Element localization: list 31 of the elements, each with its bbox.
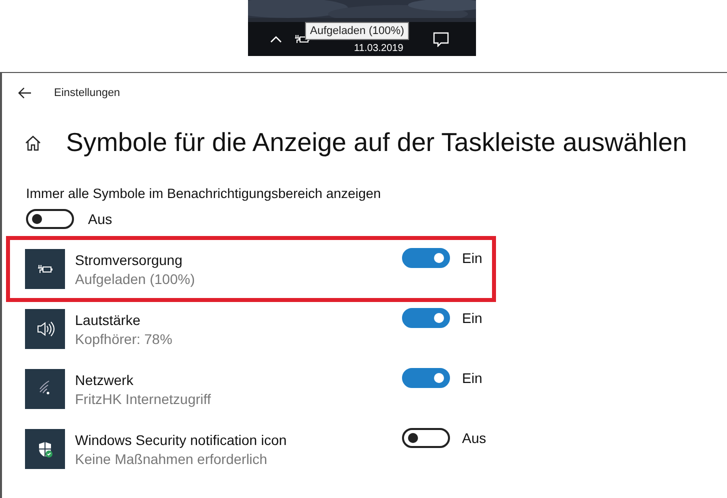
item-name: Windows Security notification icon bbox=[75, 432, 288, 448]
setting-label: Immer alle Symbole im Benachrichtigungsbereich anzeigen bbox=[26, 186, 382, 201]
toggle-state: Ein bbox=[462, 310, 482, 326]
window-title: Einstellungen bbox=[54, 87, 120, 99]
taskbar-date[interactable]: 11.03.2019 bbox=[354, 42, 404, 54]
speaker-icon bbox=[25, 309, 65, 349]
toggle-switch[interactable] bbox=[26, 209, 74, 229]
tooltip: Aufgeladen (100%) bbox=[305, 22, 410, 40]
chevron-up-icon[interactable] bbox=[270, 35, 282, 43]
page-heading: Symbole für die Anzeige auf der Taskleiste auswählen bbox=[66, 127, 688, 158]
toggle-state: Aus bbox=[462, 430, 486, 446]
toggle-state: Ein bbox=[462, 370, 482, 386]
notification-icon[interactable] bbox=[433, 31, 450, 47]
item-status: Keine Maßnahmen erforderlich bbox=[75, 450, 268, 466]
toggle-state: Ein bbox=[462, 250, 482, 266]
home-icon[interactable] bbox=[25, 134, 41, 150]
item-name: Lautstärke bbox=[75, 312, 142, 328]
item-name: Netzwerk bbox=[75, 372, 134, 388]
item-status: FritzHK Internetzugriff bbox=[75, 390, 212, 406]
toggle-switch[interactable] bbox=[402, 308, 450, 328]
wifi-icon bbox=[25, 369, 65, 409]
item-status: Kopfhörer: 78% bbox=[75, 330, 174, 346]
battery-plug-icon bbox=[25, 249, 65, 289]
shield-check-icon bbox=[25, 429, 65, 469]
toggle-state: Aus bbox=[88, 211, 112, 227]
toggle-switch[interactable] bbox=[402, 248, 450, 268]
back-arrow-icon[interactable] bbox=[18, 87, 32, 99]
item-name: Stromversorgung bbox=[75, 252, 184, 268]
item-status: Aufgeladen (100%) bbox=[75, 270, 196, 286]
toggle-switch[interactable] bbox=[402, 368, 450, 388]
toggle-switch[interactable] bbox=[402, 428, 450, 448]
